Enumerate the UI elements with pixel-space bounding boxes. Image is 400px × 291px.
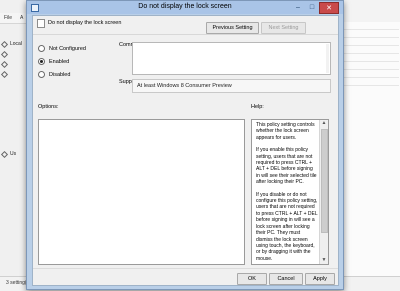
previous-setting-button[interactable]: Previous Setting bbox=[206, 22, 259, 34]
chevron-right-icon[interactable] bbox=[0, 70, 9, 78]
divider bbox=[33, 268, 338, 269]
radio-label: Not Configured bbox=[49, 45, 86, 52]
close-icon[interactable]: ✕ bbox=[319, 2, 339, 14]
next-setting-button[interactable]: Next Setting bbox=[261, 22, 306, 34]
scroll-down-icon[interactable]: ▼ bbox=[320, 257, 328, 264]
policy-setting-icon bbox=[37, 19, 45, 28]
help-pane: This policy setting controls whether the… bbox=[251, 119, 329, 265]
radio-enabled[interactable]: Enabled bbox=[38, 55, 118, 68]
supported-on-value: At least Windows 8 Consumer Preview bbox=[137, 83, 232, 89]
chevron-down-icon[interactable] bbox=[0, 150, 9, 158]
title-bar[interactable]: Do not display the lock screen – □ ✕ bbox=[27, 1, 343, 14]
apply-button[interactable]: Apply bbox=[305, 273, 335, 285]
radio-not-configured[interactable]: Not Configured bbox=[38, 42, 118, 55]
help-paragraph: If you enable this policy setting, users… bbox=[256, 147, 317, 186]
state-radio-group: Not Configured Enabled Disabled bbox=[38, 42, 118, 81]
radio-button[interactable] bbox=[38, 58, 45, 65]
options-pane bbox=[38, 119, 245, 265]
tree-item-label: Local bbox=[10, 41, 22, 47]
chevron-down-icon[interactable] bbox=[0, 40, 9, 48]
supported-on-field: At least Windows 8 Consumer Preview bbox=[132, 79, 331, 93]
policy-name: Do not display the lock screen bbox=[48, 20, 122, 26]
help-scrollbar[interactable]: ▲ ▼ bbox=[319, 120, 328, 264]
radio-label: Disabled bbox=[49, 71, 71, 78]
window-controls: – □ ✕ bbox=[291, 2, 339, 14]
menu-action[interactable]: A bbox=[20, 15, 23, 21]
comment-scrollbar[interactable] bbox=[326, 44, 329, 73]
help-paragraph: If you disable or do not configure this … bbox=[256, 191, 318, 262]
dialog-client: Do not display the lock screen Previous … bbox=[32, 15, 339, 286]
help-label: Help: bbox=[251, 104, 264, 110]
radio-button[interactable] bbox=[38, 45, 45, 52]
chevron-right-icon[interactable] bbox=[0, 60, 9, 68]
menu-file[interactable]: File bbox=[4, 15, 12, 21]
scroll-thumb[interactable] bbox=[321, 129, 328, 233]
settings-list-pane bbox=[340, 22, 400, 290]
scroll-up-icon[interactable]: ▲ bbox=[320, 120, 328, 127]
divider bbox=[33, 34, 338, 35]
maximize-icon[interactable]: □ bbox=[305, 2, 319, 12]
policy-header: Do not display the lock screen Previous … bbox=[33, 16, 338, 34]
options-label: Options: bbox=[38, 104, 59, 110]
minimize-icon[interactable]: – bbox=[291, 2, 305, 12]
radio-button[interactable] bbox=[38, 71, 45, 78]
radio-label: Enabled bbox=[49, 58, 70, 65]
help-paragraph: This policy setting controls whether the… bbox=[256, 122, 315, 141]
comment-field[interactable] bbox=[132, 42, 331, 75]
cancel-button[interactable]: Cancel bbox=[269, 273, 303, 285]
radio-disabled[interactable]: Disabled bbox=[38, 68, 118, 81]
tree-item-label: Us bbox=[10, 151, 17, 157]
help-text: This policy setting controls whether the… bbox=[256, 122, 318, 264]
policy-dialog: Do not display the lock screen – □ ✕ Do … bbox=[26, 0, 344, 290]
chevron-right-icon[interactable] bbox=[0, 50, 9, 58]
ok-button[interactable]: OK bbox=[237, 273, 267, 285]
